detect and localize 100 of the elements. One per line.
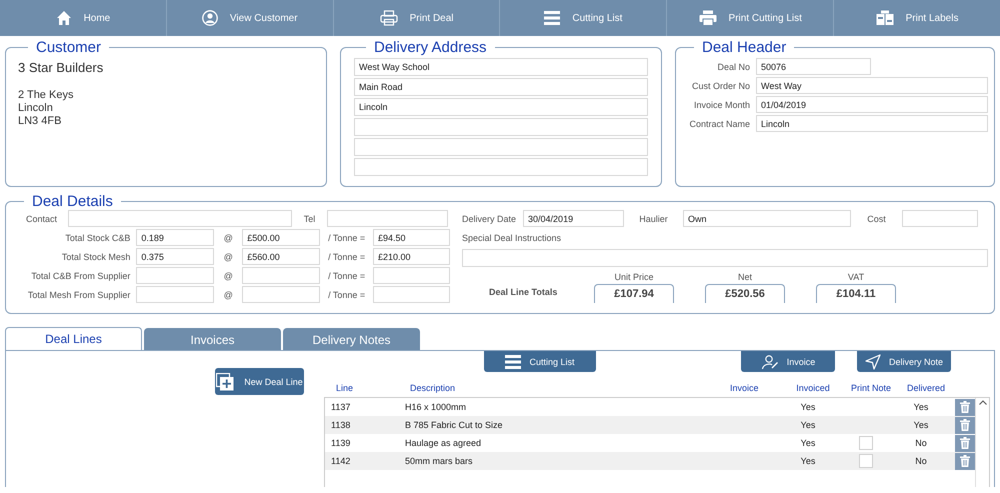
input-field[interactable]: 01/04/2019 — [756, 96, 988, 113]
address-line: 2 The Keys — [18, 89, 74, 102]
send-icon — [864, 354, 881, 370]
totals-label: Deal Line Totals — [488, 287, 558, 297]
address-field[interactable] — [354, 158, 648, 176]
address-line: LN3 4FB — [18, 115, 62, 128]
scroll-up-icon[interactable] — [978, 398, 986, 406]
address-field[interactable] — [354, 118, 648, 136]
field-label: Total C&B From Supplier — [30, 270, 130, 280]
section-title: Customer — [35, 39, 102, 56]
table-cell-text: Haulage as agreed — [405, 438, 482, 448]
delete-button[interactable] — [955, 416, 975, 434]
total-value: £107.94 — [594, 284, 674, 303]
checkbox[interactable] — [859, 436, 873, 450]
list-icon — [544, 11, 560, 25]
address-field[interactable] — [354, 138, 648, 156]
input-field[interactable] — [373, 286, 450, 303]
add-icon — [216, 372, 234, 390]
action-button[interactable]: Delivery Note — [857, 351, 951, 372]
new-deal-line-button[interactable]: New Deal Line — [215, 368, 304, 395]
input-field[interactable] — [136, 286, 214, 303]
table-cell-text: Yes — [800, 420, 816, 430]
labels-icon — [876, 10, 894, 26]
person-icon — [202, 10, 218, 26]
delete-button[interactable] — [955, 434, 975, 452]
total-value: £104.11 — [816, 284, 896, 303]
delete-button[interactable] — [955, 452, 975, 470]
field-label: Contract Name — [688, 118, 750, 128]
table-cell-text: 50mm mars bars — [405, 456, 474, 466]
field-label: Total Mesh From Supplier — [26, 290, 130, 300]
field-label: Cost — [866, 214, 887, 224]
input-field[interactable] — [68, 210, 292, 227]
table-cell-text: Yes — [800, 456, 816, 466]
table-cell-text: 1142 — [330, 456, 352, 466]
field-label: Total Stock Mesh — [60, 252, 130, 262]
input-field[interactable] — [242, 286, 320, 303]
input-field[interactable] — [902, 210, 978, 227]
table-cell-text: 1137 — [330, 402, 352, 412]
field-label: Delivery Date — [462, 214, 516, 224]
field-label: / Tonne = — [327, 232, 366, 242]
action-button[interactable]: Invoice — [741, 351, 835, 372]
column-header: Invoice — [730, 383, 760, 393]
table-cell-text: H16 x 1000mm — [405, 402, 468, 412]
address-field[interactable]: Lincoln — [354, 98, 648, 116]
column-header: Line — [335, 383, 354, 393]
input-field[interactable]: £500.00 — [242, 229, 320, 246]
action-button[interactable]: Cutting List — [484, 351, 596, 372]
field-label: Haulier — [638, 214, 669, 224]
total-label: Unit Price — [614, 272, 654, 282]
input-field[interactable]: £560.00 — [242, 248, 320, 265]
column-header: Invoiced — [795, 383, 831, 393]
input-field[interactable]: 0.189 — [136, 229, 214, 246]
field-label: Special Deal Instructions — [462, 233, 562, 243]
field-label: Invoice Month — [692, 100, 750, 110]
section-title: Delivery Address — [373, 39, 488, 56]
at-sign: @ — [222, 270, 234, 280]
list-icon — [505, 354, 522, 368]
input-field[interactable] — [373, 267, 450, 284]
at-sign: @ — [222, 232, 234, 242]
total-label: VAT — [848, 272, 864, 282]
table-cell-text: B 785 Fabric Cut to Size — [405, 420, 504, 430]
input-field[interactable]: Own — [683, 210, 852, 227]
input-field[interactable]: 0.375 — [136, 248, 214, 265]
table-cell-text: Yes — [800, 402, 816, 412]
input-field[interactable]: £210.00 — [373, 248, 450, 265]
input-field[interactable] — [242, 267, 320, 284]
input-field[interactable]: £94.50 — [373, 229, 450, 246]
printer-icon — [698, 10, 717, 26]
field-label: Contact — [25, 214, 58, 224]
address-line: Lincoln — [18, 102, 54, 115]
table-cell-text: Yes — [912, 402, 930, 412]
table-cell-text: 1138 — [330, 420, 352, 430]
input-field[interactable]: West Way — [756, 77, 988, 94]
field-label: / Tonne = — [327, 290, 366, 300]
scrollbar[interactable] — [975, 398, 989, 487]
signature-icon — [760, 354, 779, 370]
input-field[interactable] — [462, 249, 988, 267]
field-label: Total Stock C&B — [64, 232, 130, 242]
trash-icon — [960, 401, 970, 413]
trash-icon — [960, 455, 970, 467]
total-value: £520.56 — [705, 284, 785, 303]
address-field[interactable]: Main Road — [354, 78, 648, 96]
input-field[interactable]: 50076 — [756, 58, 871, 75]
customer-name: 3 Star Builders — [18, 60, 104, 75]
address-field[interactable]: West Way School — [354, 58, 648, 76]
field-label: / Tonne = — [327, 270, 366, 280]
column-header: Print Note — [850, 383, 892, 393]
input-field[interactable] — [327, 210, 448, 227]
table-cell-text: Yes — [800, 438, 816, 448]
checkbox[interactable] — [859, 454, 873, 468]
table-cell-text: Yes — [912, 420, 930, 430]
tab[interactable]: Deal Lines — [5, 327, 142, 350]
table-cell-text: 1139 — [330, 438, 352, 448]
field-label: Cust Order No — [690, 80, 750, 90]
input-field[interactable] — [136, 267, 214, 284]
input-field[interactable]: Lincoln — [756, 115, 988, 132]
trash-icon — [960, 419, 970, 431]
table-cell-text: No — [914, 438, 928, 448]
field-label: / Tonne = — [327, 252, 366, 262]
input-field[interactable]: 30/04/2019 — [523, 210, 624, 227]
